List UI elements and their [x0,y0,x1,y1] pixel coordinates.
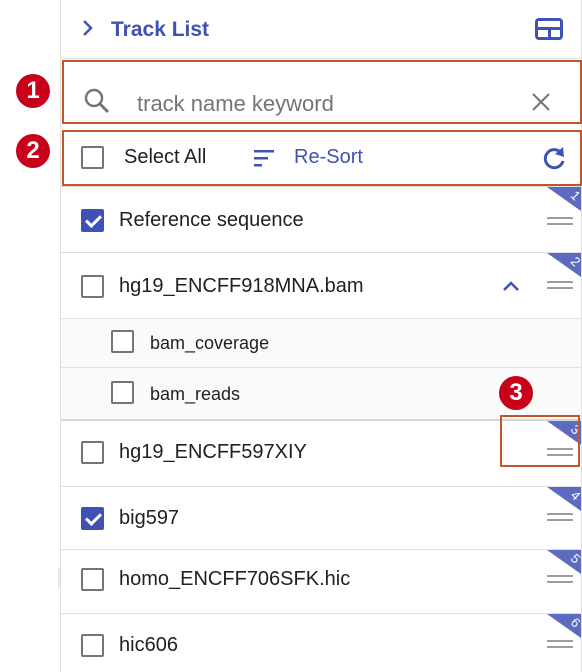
track-label: big597 [119,507,180,529]
track-row[interactable]: hg19_ENCFF918MNA.bam 2 [61,253,581,319]
annotation-badge-2: 2 [16,134,50,168]
track-checkbox[interactable] [81,441,104,464]
layout-toggle-icon[interactable] [533,16,565,42]
annotation-box-select-bar [62,130,582,186]
track-list-header[interactable]: Track List [61,0,581,59]
annotation-box-search [62,60,582,124]
subtrack-label: bam_reads [150,384,241,404]
annotation-box-drag-handle [500,415,580,467]
annotation-badge-3: 3 [499,376,533,410]
chevron-up-icon[interactable] [501,279,521,293]
subtrack-checkbox[interactable] [111,381,134,404]
chevron-right-icon[interactable] [81,19,95,37]
track-label: hic606 [119,634,178,656]
drag-handle-icon[interactable] [547,638,573,650]
track-row[interactable]: hic606 6 [61,614,581,672]
drag-handle-icon[interactable] [547,511,573,523]
track-label: hg19_ENCFF597XIY [119,441,307,463]
drag-handle-icon[interactable] [547,279,573,291]
track-checkbox[interactable] [81,568,104,591]
drag-handle-icon[interactable] [547,573,573,585]
subtrack-label: bam_coverage [150,333,270,353]
track-checkbox[interactable] [81,275,104,298]
subtrack-row[interactable]: bam_coverage [61,319,581,368]
track-row[interactable]: big597 4 [61,487,581,550]
panel-title: Track List [111,18,210,41]
track-label: hg19_ENCFF918MNA.bam [119,275,364,297]
annotation-badge-1: 1 [16,74,50,108]
drag-handle-icon[interactable] [547,215,573,227]
subtrack-checkbox[interactable] [111,330,134,353]
track-checkbox[interactable] [81,507,104,530]
track-checkbox[interactable] [81,634,104,657]
track-row[interactable]: Reference sequence 1 [61,187,581,253]
track-checkbox[interactable] [81,209,104,232]
track-label: Reference sequence [119,209,304,231]
track-row[interactable]: homo_ENCFF706SFK.hic 5 [61,550,581,614]
track-label: homo_ENCFF706SFK.hic [119,568,351,590]
